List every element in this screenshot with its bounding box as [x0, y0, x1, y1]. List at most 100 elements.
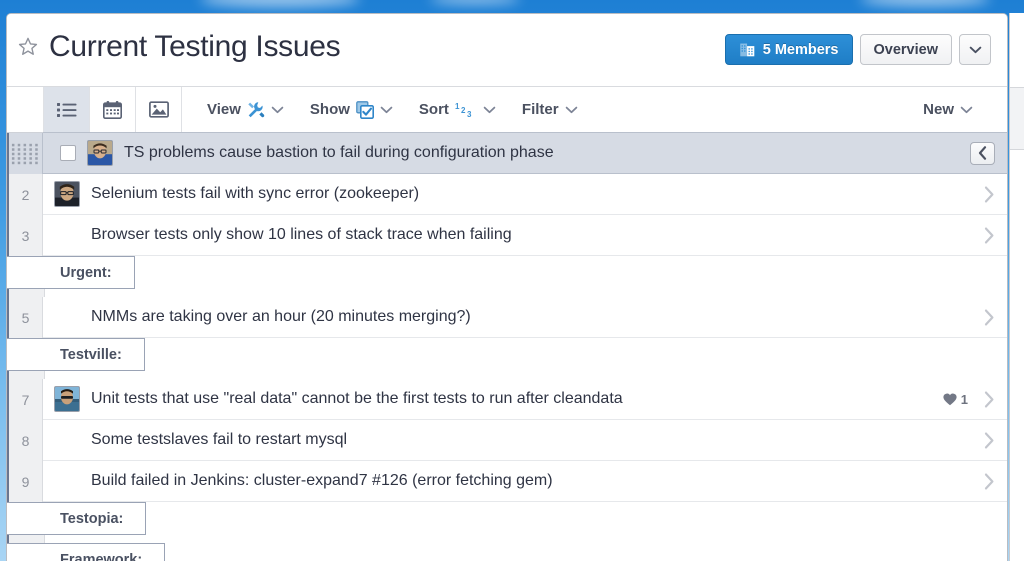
new-menu[interactable]: New	[923, 101, 973, 118]
issue-title: Build failed in Jenkins: cluster-expand7…	[91, 472, 553, 489]
row-number-gutter: 9	[7, 461, 43, 502]
avatar-user-2[interactable]	[54, 181, 80, 207]
like-count: 1	[960, 391, 968, 407]
view-mode-gallery[interactable]	[135, 87, 182, 132]
rail-toolbar-strip	[1010, 87, 1024, 150]
issue-title: Unit tests that use "real data" cannot b…	[91, 390, 623, 407]
svg-text:1: 1	[455, 102, 460, 111]
view-mode-calendar[interactable]	[89, 87, 136, 132]
row-number: 9	[21, 473, 30, 490]
cloud-shape	[860, 0, 990, 6]
chevron-right-icon[interactable]	[984, 227, 995, 244]
section-gutter	[9, 289, 45, 297]
row-actions	[984, 227, 1007, 244]
show-menu-label: Show	[309, 101, 350, 118]
star-outline-icon[interactable]	[17, 36, 39, 58]
app-window: Current Testing Issues 5 Members Overvie…	[6, 13, 1008, 561]
chevron-right-icon[interactable]	[984, 391, 995, 408]
section-tab[interactable]: Framework:	[7, 543, 166, 561]
row-checkbox[interactable]	[60, 145, 76, 161]
view-menu-label: View	[207, 101, 241, 118]
list-section-header: Framework:	[7, 543, 1007, 561]
issue-row[interactable]: 2 Selenium tests fail with sync error (zo…	[7, 174, 1007, 215]
issue-row[interactable]: 9 Build failed in Jenkins: cluster-expand…	[7, 461, 1007, 502]
row-content: Unit tests that use "real data" cannot b…	[43, 379, 1007, 420]
issue-row[interactable]: 3 Browser tests only show 10 lines of sta…	[7, 215, 1007, 256]
view-menu[interactable]: View	[207, 101, 284, 119]
checkbox-stack-icon	[356, 100, 374, 119]
issue-list: TS problems cause bastion to fail during…	[7, 132, 1007, 561]
tools-icon	[247, 101, 265, 119]
list-section-header: Testville:	[7, 338, 1007, 379]
svg-text:3: 3	[467, 110, 472, 119]
like-badge[interactable]: 1	[943, 392, 968, 407]
filter-menu[interactable]: Filter	[522, 101, 578, 118]
list-section-header: Testopia:	[7, 502, 1007, 543]
row-actions	[984, 473, 1007, 490]
row-content: NMMs are taking over an hour (20 minutes…	[43, 297, 1007, 338]
section-tab[interactable]: Testopia:	[7, 502, 147, 535]
issue-row[interactable]: 5 NMMs are taking over an hour (20 minute…	[7, 297, 1007, 338]
show-menu[interactable]: Show	[309, 100, 393, 119]
section-label: Testopia:	[60, 510, 124, 527]
row-number: 8	[21, 432, 30, 449]
calendar-icon	[103, 100, 122, 119]
chevron-down-icon	[483, 106, 496, 113]
avatar-user-3[interactable]	[54, 386, 80, 412]
members-button[interactable]: 5 Members	[724, 34, 853, 65]
sort-menu-label: Sort	[418, 101, 449, 118]
issue-row[interactable]: 7 Unit tests that use "real data" cannot …	[7, 379, 1007, 420]
toolbar-right: New	[923, 87, 973, 132]
row-content: Build failed in Jenkins: cluster-expand7…	[43, 461, 1007, 502]
row-number-gutter: 8	[7, 420, 43, 461]
row-number: 3	[21, 227, 30, 244]
avatar-user-1[interactable]	[87, 140, 113, 166]
chevron-left-icon	[978, 146, 987, 160]
overview-button[interactable]: Overview	[859, 34, 952, 65]
issue-row[interactable]: 8 Some testslaves fail to restart mysql	[7, 420, 1007, 461]
page-title-row: Current Testing Issues	[17, 30, 341, 63]
chevron-down-icon	[565, 106, 577, 113]
section-label: Framework:	[60, 551, 143, 561]
header-more-button[interactable]	[959, 34, 991, 65]
chevron-right-icon[interactable]	[984, 186, 995, 203]
issue-title: Selenium tests fail with sync error (zoo…	[91, 185, 420, 202]
list-toolbar: View Show Sort 1 2 3 Filter New	[7, 87, 1007, 133]
view-mode-list[interactable]	[43, 87, 90, 132]
page-header: Current Testing Issues 5 Members Overvie…	[7, 14, 1007, 87]
row-number-gutter: 7	[7, 379, 43, 420]
drag-handle-icon[interactable]	[9, 142, 42, 166]
row-actions	[970, 141, 1007, 165]
image-icon	[148, 101, 169, 118]
section-gutter	[9, 535, 45, 543]
toolbar-menus: View Show Sort 1 2 3 Filter	[207, 87, 578, 132]
chevron-right-icon[interactable]	[984, 309, 995, 326]
row-number: 7	[21, 391, 30, 408]
row-number: 5	[21, 309, 30, 326]
cloud-shape	[200, 0, 360, 7]
svg-text:2: 2	[461, 106, 466, 115]
section-tab[interactable]: Urgent:	[7, 256, 135, 289]
view-mode-group	[43, 87, 182, 132]
chevron-right-icon[interactable]	[984, 432, 995, 449]
issue-title: TS problems cause bastion to fail during…	[124, 144, 554, 161]
section-label: Testville:	[60, 346, 122, 363]
issue-title: Some testslaves fail to restart mysql	[91, 431, 348, 448]
chevron-down-icon	[271, 106, 284, 113]
row-number-gutter: 3	[7, 215, 43, 256]
issue-title: Browser tests only show 10 lines of stac…	[91, 226, 512, 243]
section-label: Urgent:	[60, 264, 112, 281]
row-collapse-button[interactable]	[970, 141, 995, 165]
header-actions: 5 Members Overview	[724, 34, 991, 65]
section-tab[interactable]: Testville:	[7, 338, 145, 371]
page-right-rail	[1009, 13, 1024, 561]
page-title: Current Testing Issues	[49, 30, 341, 63]
chevron-right-icon[interactable]	[984, 473, 995, 490]
issue-row[interactable]: TS problems cause bastion to fail during…	[7, 132, 1007, 174]
heart-icon	[943, 393, 957, 405]
members-button-label: 5 Members	[762, 41, 839, 58]
row-content: Some testslaves fail to restart mysql	[43, 420, 1007, 461]
row-number-gutter: 5	[7, 297, 43, 338]
sort-menu[interactable]: Sort 1 2 3	[419, 101, 496, 119]
row-actions: 1	[943, 391, 1007, 408]
